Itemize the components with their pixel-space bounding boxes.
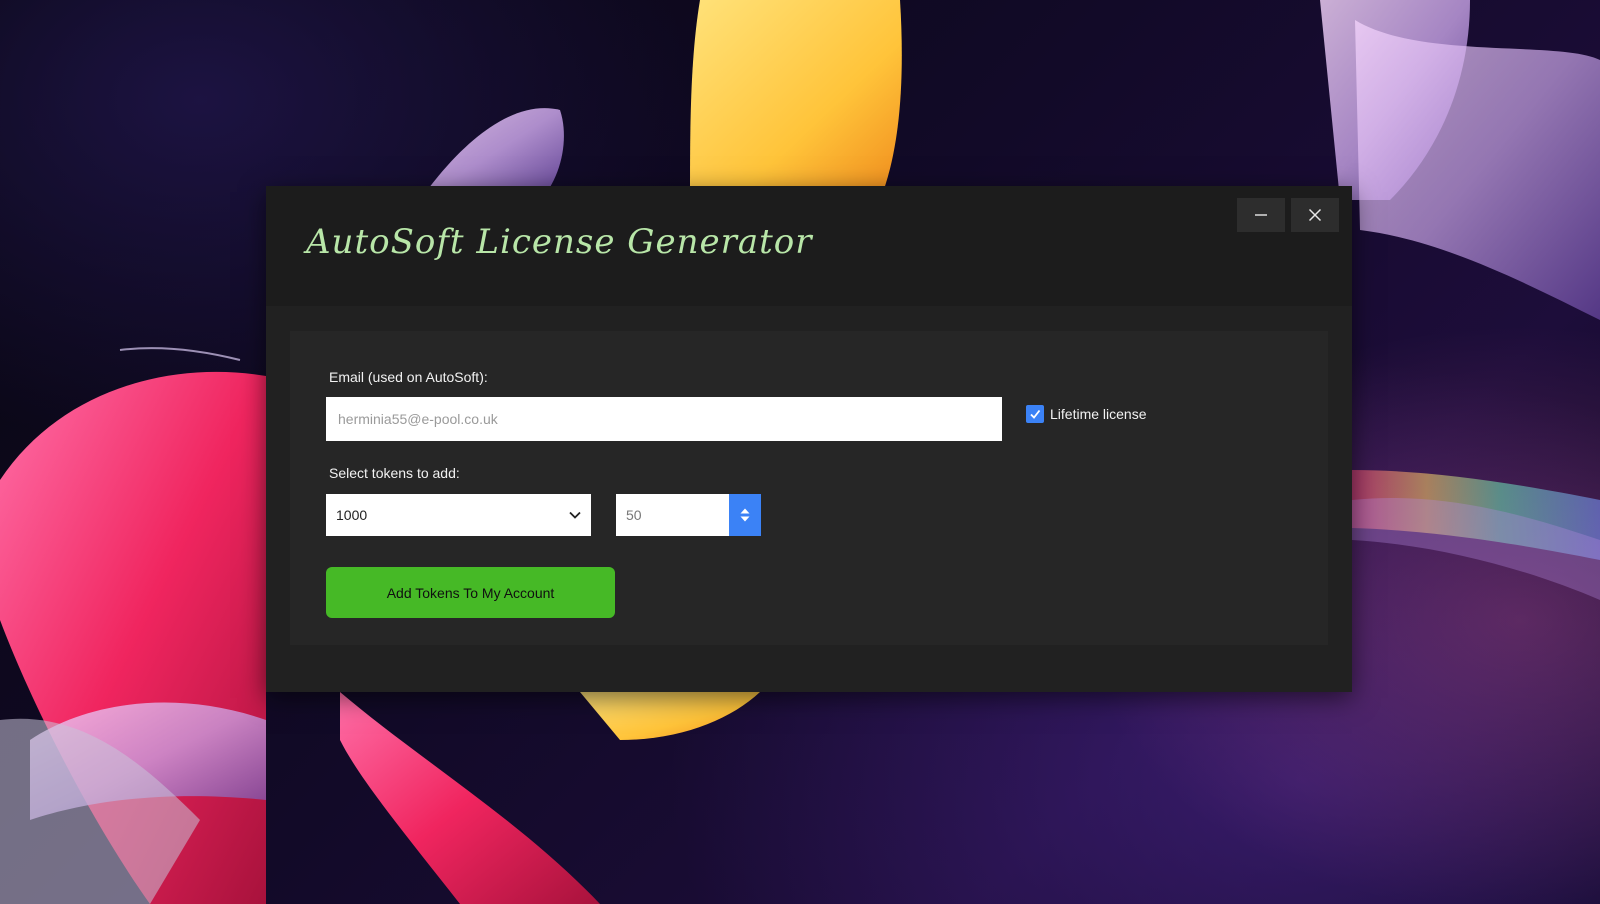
tokens-dropdown-value: 1000 (336, 507, 368, 523)
email-label: Email (used on AutoSoft): (329, 369, 488, 385)
form-panel: Email (used on AutoSoft): Lifetime licen… (290, 331, 1328, 645)
lifetime-license-label: Lifetime license (1050, 406, 1147, 422)
lifetime-license-checkbox[interactable] (1026, 405, 1044, 423)
minimize-icon (1255, 214, 1267, 216)
tokens-dropdown[interactable]: 1000 (326, 494, 591, 536)
add-tokens-button[interactable]: Add Tokens To My Account (326, 567, 615, 618)
checkmark-icon (1030, 409, 1041, 419)
close-button[interactable] (1291, 198, 1339, 232)
tokens-label: Select tokens to add: (329, 465, 460, 481)
app-title: AutoSoft License Generator (306, 222, 813, 262)
chevron-down-icon (569, 511, 581, 519)
stepper-up-icon[interactable] (740, 508, 750, 514)
email-input[interactable] (326, 397, 1002, 441)
stepper-down-icon[interactable] (740, 516, 750, 522)
quantity-value[interactable]: 50 (616, 494, 729, 536)
quantity-stepper[interactable]: 50 (616, 494, 761, 536)
desktop: AutoSoft License Generator Email (used o… (0, 0, 1600, 904)
lifetime-license-toggle[interactable]: Lifetime license (1026, 405, 1147, 423)
title-bar: AutoSoft License Generator (266, 186, 1352, 306)
close-icon (1308, 208, 1322, 222)
stepper-arrows[interactable] (729, 494, 761, 536)
license-generator-window: AutoSoft License Generator Email (used o… (266, 186, 1352, 692)
minimize-button[interactable] (1237, 198, 1285, 232)
